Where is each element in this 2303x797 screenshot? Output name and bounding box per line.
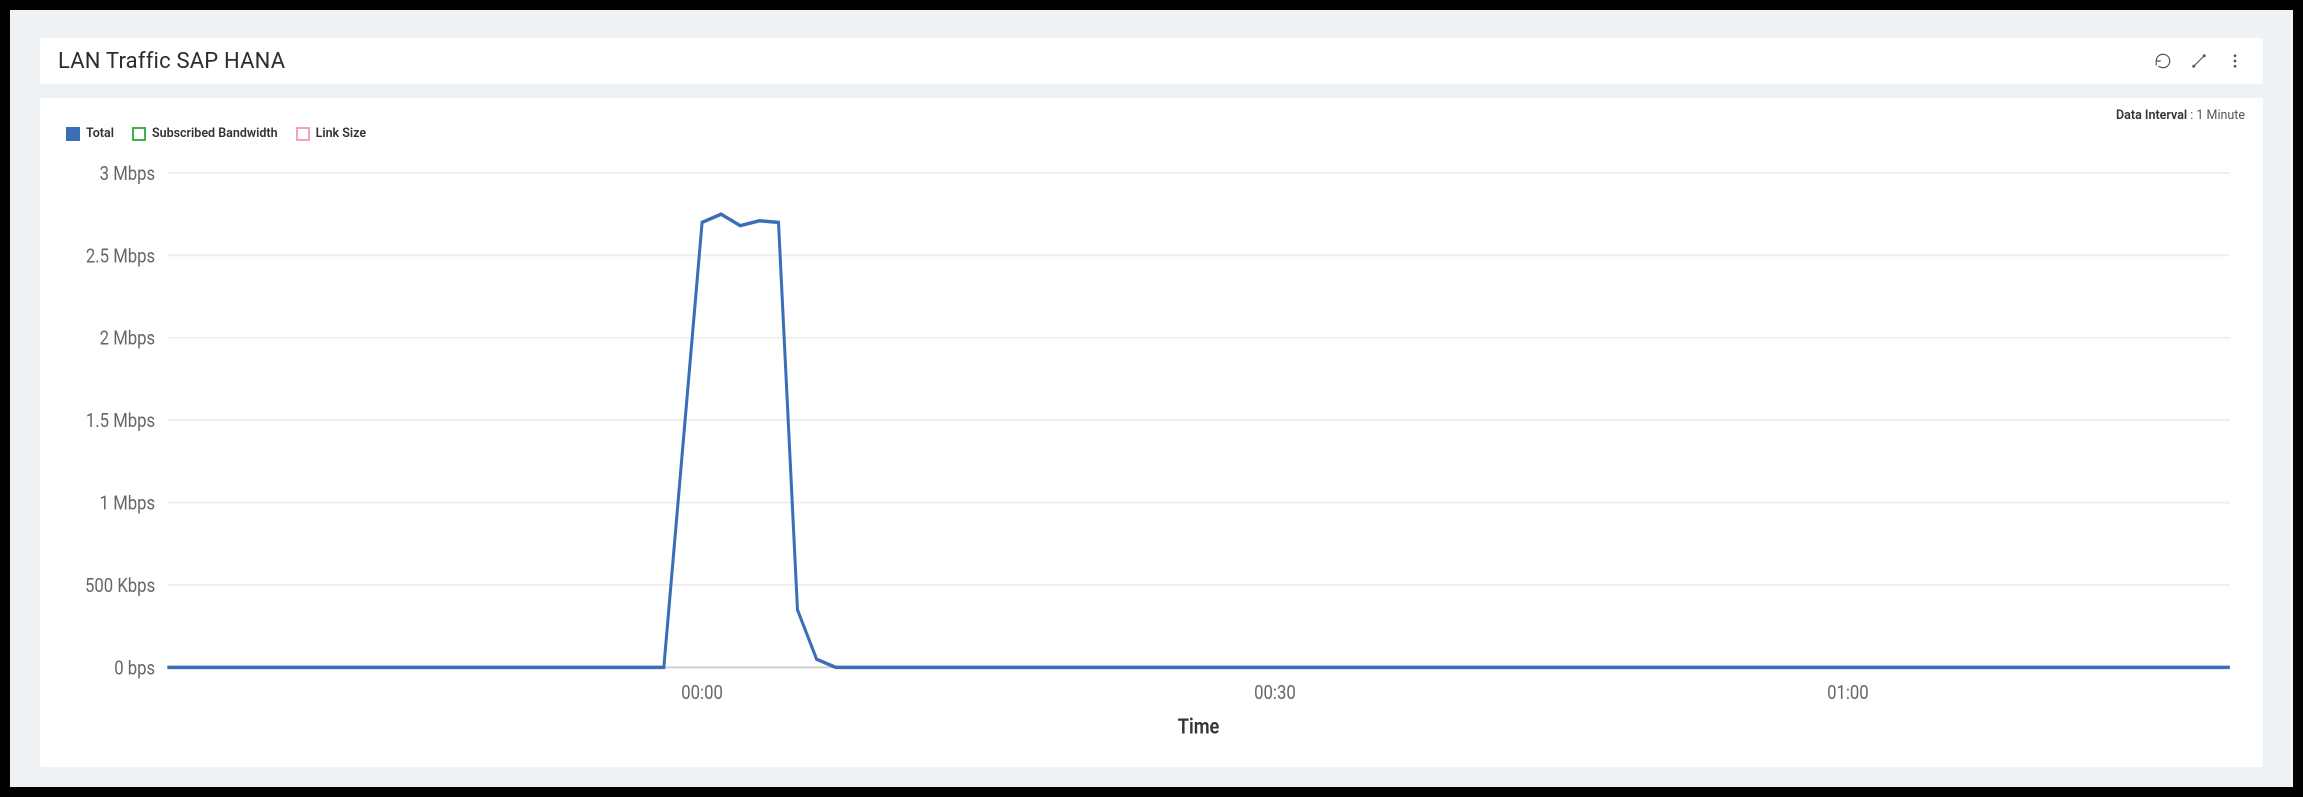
svg-text:Time: Time: [1178, 714, 1220, 739]
data-interval: Data Interval : 1 Minute: [2116, 108, 2245, 123]
svg-text:2.5 Mbps: 2.5 Mbps: [86, 245, 155, 267]
header-actions: [2153, 51, 2245, 71]
page-title: LAN Traffic SAP HANA: [58, 49, 285, 74]
refresh-icon[interactable]: [2153, 51, 2173, 71]
svg-text:2 Mbps: 2 Mbps: [100, 328, 156, 350]
more-menu-icon[interactable]: [2225, 51, 2245, 71]
svg-text:1.5 Mbps: 1.5 Mbps: [86, 410, 155, 432]
data-interval-value: 1 Minute: [2196, 108, 2245, 123]
chart-panel: Data Interval : 1 Minute Total Subscribe…: [40, 98, 2263, 767]
legend-swatch: [296, 127, 310, 141]
svg-text:0 bps: 0 bps: [114, 657, 155, 679]
legend-swatch: [66, 127, 80, 141]
svg-text:1 Mbps: 1 Mbps: [100, 493, 156, 515]
legend-swatch: [132, 127, 146, 141]
svg-text:00:00: 00:00: [681, 682, 723, 704]
chart-svg: 0 bps 500 Kbps 1 Mbps 1.5 Mbps 2 Mbps 2.5 Mbp…: [58, 159, 2245, 751]
legend-item-total[interactable]: Total: [66, 126, 114, 141]
svg-text:01:00: 01:00: [1827, 682, 1869, 704]
chart-plot-area: 0 bps 500 Kbps 1 Mbps 1.5 Mbps 2 Mbps 2.5 Mbp…: [58, 159, 2245, 751]
legend-item-subscribed-bandwidth[interactable]: Subscribed Bandwidth: [132, 126, 278, 141]
svg-text:3 Mbps: 3 Mbps: [100, 163, 156, 185]
legend-label: Link Size: [316, 126, 367, 141]
page-root: LAN Traffic SAP HANA: [10, 10, 2293, 787]
legend-label: Total: [86, 126, 114, 141]
svg-text:500 Kbps: 500 Kbps: [85, 575, 155, 597]
legend-item-link-size[interactable]: Link Size: [296, 126, 367, 141]
data-interval-label: Data Interval: [2116, 108, 2187, 123]
chart-legend: Total Subscribed Bandwidth Link Size: [66, 126, 2245, 141]
legend-label: Subscribed Bandwidth: [152, 126, 278, 141]
edit-icon[interactable]: [2189, 51, 2209, 71]
svg-text:00:30: 00:30: [1254, 682, 1296, 704]
header-panel: LAN Traffic SAP HANA: [40, 38, 2263, 84]
